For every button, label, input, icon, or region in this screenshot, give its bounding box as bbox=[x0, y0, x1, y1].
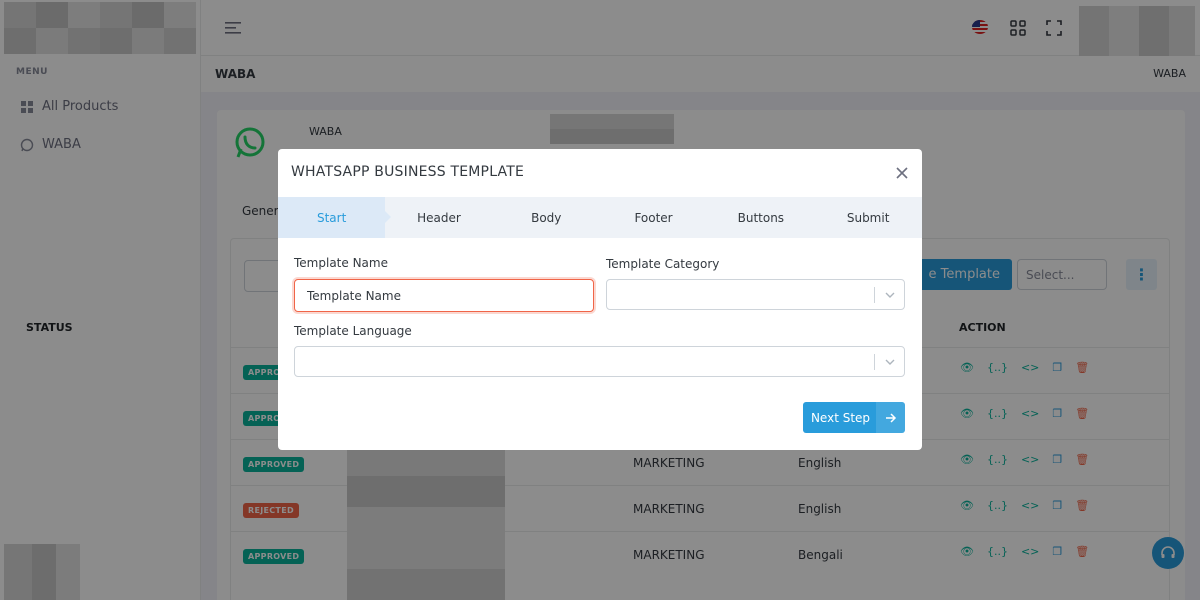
wizard-steps: Start Header Body Footer Buttons Submit bbox=[278, 197, 922, 238]
modal-title: WHATSAPP BUSINESS TEMPLATE bbox=[291, 164, 525, 180]
template-name-input[interactable] bbox=[294, 279, 594, 312]
step-body[interactable]: Body bbox=[493, 197, 600, 238]
template-language-select[interactable] bbox=[294, 346, 905, 377]
template-modal: WHATSAPP BUSINESS TEMPLATE Start Header … bbox=[278, 149, 922, 450]
select-separator bbox=[874, 287, 875, 303]
step-buttons[interactable]: Buttons bbox=[707, 197, 814, 238]
template-category-label: Template Category bbox=[606, 257, 720, 271]
next-step-label: Next Step bbox=[810, 410, 871, 425]
select-separator bbox=[874, 354, 875, 370]
step-submit[interactable]: Submit bbox=[814, 197, 921, 238]
step-footer[interactable]: Footer bbox=[600, 197, 707, 238]
step-header[interactable]: Header bbox=[385, 197, 492, 238]
next-step-button[interactable]: Next Step bbox=[803, 402, 905, 433]
chevron-down-icon bbox=[885, 359, 895, 365]
arrow-right-icon bbox=[876, 402, 905, 433]
step-start[interactable]: Start bbox=[278, 197, 392, 238]
template-language-label: Template Language bbox=[294, 324, 412, 338]
close-icon[interactable] bbox=[894, 165, 910, 181]
template-category-select[interactable] bbox=[606, 279, 905, 310]
template-name-label: Template Name bbox=[294, 256, 388, 270]
chevron-down-icon bbox=[885, 292, 895, 298]
